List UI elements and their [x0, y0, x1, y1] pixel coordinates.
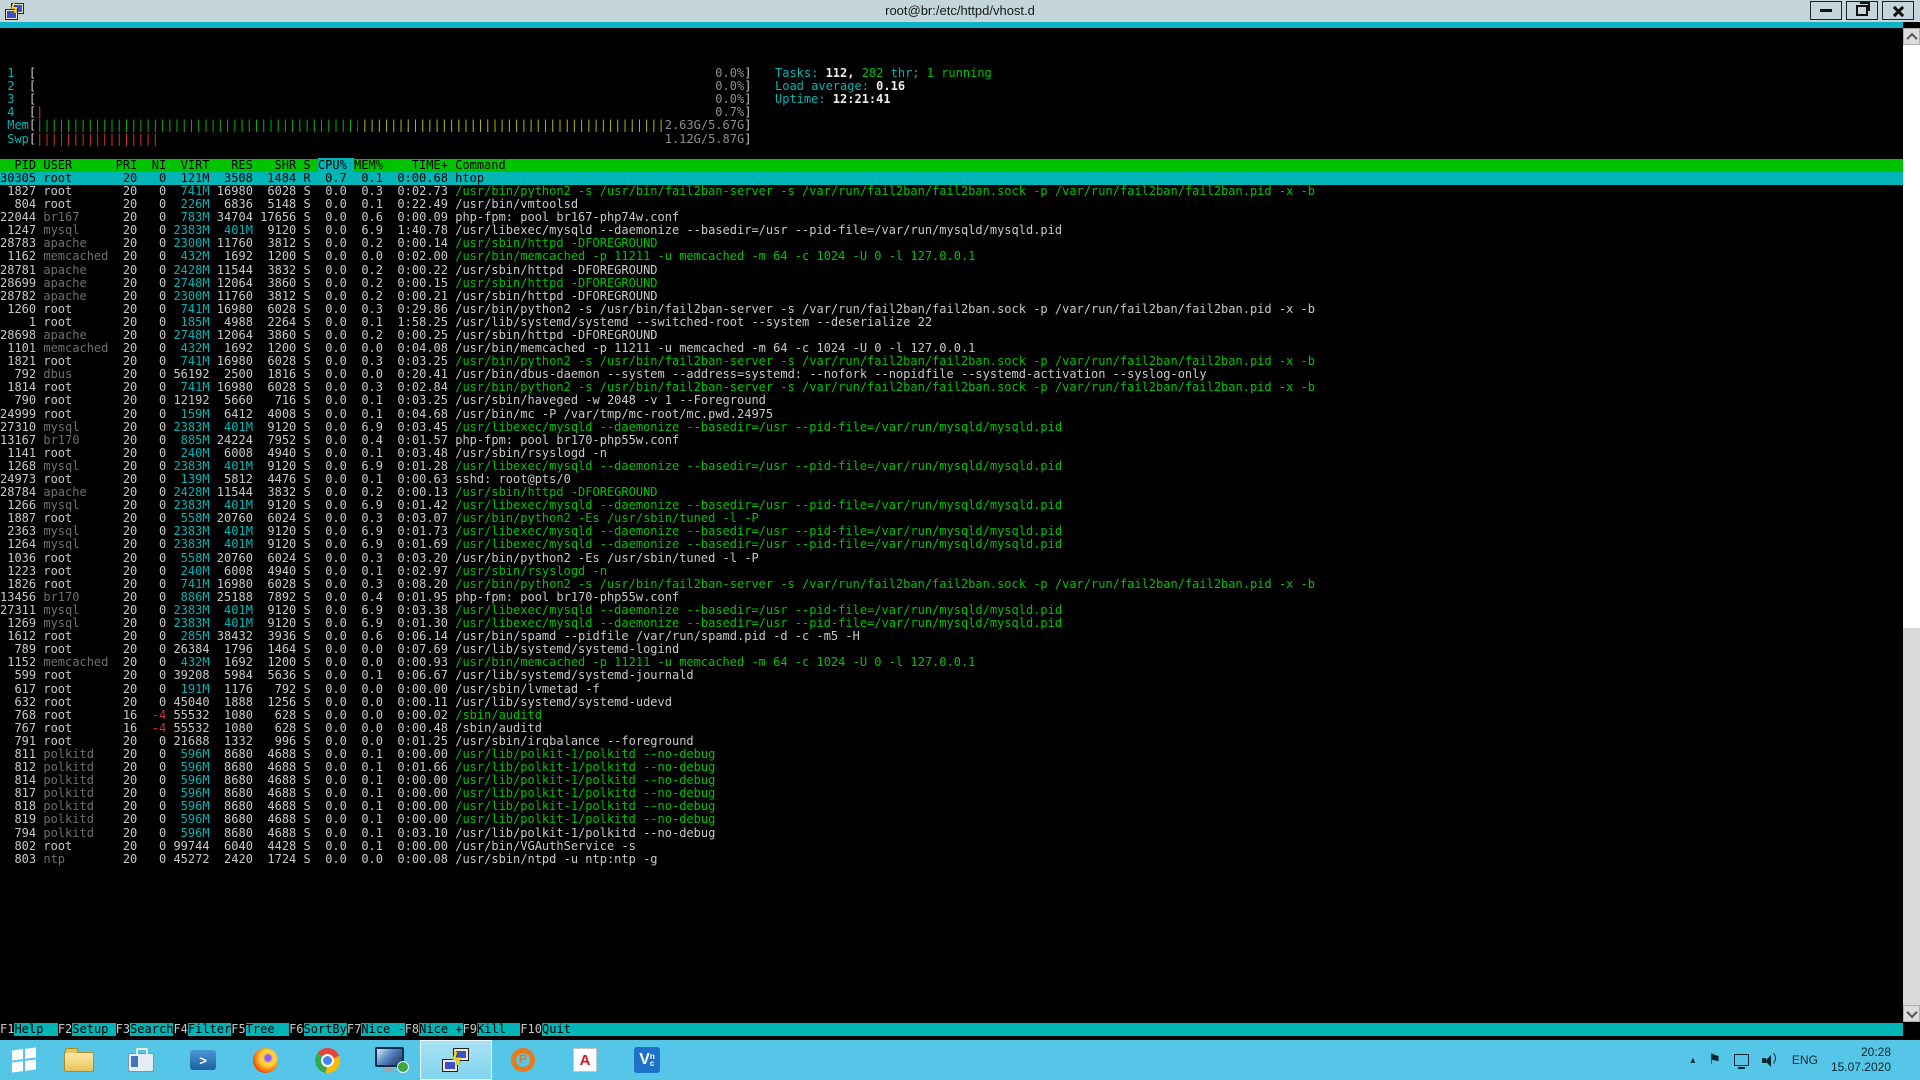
fkey-F2[interactable]: F2 — [58, 1023, 72, 1036]
fkey-F6[interactable]: F6 — [289, 1023, 303, 1036]
taskbar-item-vnc[interactable]: Vnc — [616, 1040, 678, 1080]
taskbar-item-poweriso[interactable] — [492, 1040, 554, 1080]
fkey-F8[interactable]: F8 — [405, 1023, 419, 1036]
function-bar-fill — [585, 1023, 1903, 1036]
taskbar-item-powershell[interactable]: > — [172, 1040, 234, 1080]
putty-icon: ϟ — [441, 1047, 471, 1073]
taskbar-item-server-manager[interactable] — [110, 1040, 172, 1080]
taskbar-clock[interactable]: 20:28 15.07.2020 — [1831, 1045, 1891, 1075]
windows-taskbar: > ϟ A Vnc ▴ ⚑ ) ENG 20:28 15.07.2020 — [0, 1040, 1920, 1080]
fkey-label-F10[interactable]: Quit — [542, 1023, 585, 1036]
server-manager-icon — [128, 1053, 154, 1072]
action-center-flag-icon[interactable]: ⚑ — [1708, 1052, 1721, 1068]
close-icon — [1892, 5, 1904, 17]
taskbar-item-acrobat[interactable]: A — [554, 1040, 616, 1080]
network-icon[interactable] — [1734, 1054, 1749, 1066]
file-explorer-icon — [64, 1052, 94, 1072]
fkey-F4[interactable]: F4 — [173, 1023, 187, 1036]
scrollbar-thumb[interactable] — [1903, 628, 1920, 1005]
system-tray: ▴ ⚑ ) ENG 20:28 15.07.2020 — [1690, 1040, 1920, 1080]
poweriso-icon — [511, 1048, 535, 1072]
taskbar-item-firefox[interactable] — [234, 1040, 296, 1080]
clock-time: 20:28 — [1831, 1045, 1891, 1060]
tray-overflow-button[interactable]: ▴ — [1690, 1055, 1695, 1066]
fkey-F3[interactable]: F3 — [116, 1023, 130, 1036]
language-indicator[interactable]: ENG — [1792, 1053, 1818, 1067]
fkey-label-F5[interactable]: Tree — [246, 1023, 289, 1036]
htop-summary-right: Tasks: 112, 282 thr; 1 runningLoad avera… — [775, 67, 992, 106]
restore-button[interactable] — [1846, 1, 1878, 20]
minimize-icon — [1820, 9, 1832, 12]
start-button[interactable] — [0, 1040, 48, 1080]
scroll-down-button[interactable] — [1903, 1005, 1920, 1022]
terminal-scrollbar[interactable] — [1903, 28, 1920, 1022]
uptime: Uptime: 12:21:41 — [775, 93, 992, 106]
window-title: root@br:/etc/httpd/vhost.d — [0, 3, 1920, 18]
powershell-icon: > — [190, 1050, 216, 1070]
taskbar-item-remote-desktop[interactable] — [358, 1040, 420, 1080]
sort-column-cpu: CPU% — [318, 158, 354, 172]
fkey-label-F7[interactable]: Nice - — [361, 1023, 404, 1036]
fkey-label-F1[interactable]: Help — [14, 1023, 57, 1036]
swap-meter: Swp[||||||||||||||||| 1.12G/5.87G] — [0, 133, 1903, 146]
fkey-label-F4[interactable]: Filter — [188, 1023, 231, 1036]
minimize-button[interactable] — [1810, 1, 1842, 20]
htop-function-bar: F1Help F2Setup F3SearchF4FilterF5Tree F6… — [0, 1023, 1903, 1036]
fkey-label-F9[interactable]: Kill — [477, 1023, 520, 1036]
fkey-label-F2[interactable]: Setup — [72, 1023, 115, 1036]
fkey-F1[interactable]: F1 — [0, 1023, 14, 1036]
windows-logo-icon — [12, 1048, 36, 1073]
firefox-icon — [253, 1048, 278, 1073]
taskbar-item-putty-active[interactable]: ϟ — [420, 1040, 492, 1080]
chrome-icon — [315, 1048, 340, 1073]
fkey-label-F3[interactable]: Search — [130, 1023, 173, 1036]
htop-output: 1 [ 0.0%] 2 [ — [0, 54, 1903, 866]
fkey-label-F8[interactable]: Nice + — [419, 1023, 462, 1036]
volume-icon[interactable]: ) — [1762, 1054, 1779, 1067]
putty-titlebar[interactable]: ϟ root@br:/etc/httpd/vhost.d — [0, 0, 1920, 22]
process-row[interactable]: 803 ntp 20 0 45272 2420 1724 S 0.0 0.0 0… — [0, 853, 1903, 866]
scroll-up-button[interactable] — [1903, 28, 1920, 45]
vnc-icon: Vnc — [634, 1047, 660, 1073]
fkey-label-F6[interactable]: SortBy — [304, 1023, 347, 1036]
fkey-F9[interactable]: F9 — [463, 1023, 477, 1036]
taskbar-item-file-explorer[interactable] — [48, 1040, 110, 1080]
remote-desktop-icon — [375, 1047, 404, 1067]
fkey-F7[interactable]: F7 — [347, 1023, 361, 1036]
taskbar-item-chrome[interactable] — [296, 1040, 358, 1080]
fkey-F5[interactable]: F5 — [231, 1023, 245, 1036]
chevron-down-icon — [1906, 1006, 1917, 1017]
clock-date: 15.07.2020 — [1831, 1060, 1891, 1075]
chevron-up-icon — [1906, 32, 1917, 43]
acrobat-icon: A — [573, 1048, 597, 1072]
terminal-screen[interactable]: 1 [ 0.0%] 2 [ — [0, 28, 1920, 1040]
close-button[interactable] — [1882, 1, 1914, 20]
restore-icon — [1856, 5, 1868, 16]
fkey-F10[interactable]: F10 — [520, 1023, 542, 1036]
